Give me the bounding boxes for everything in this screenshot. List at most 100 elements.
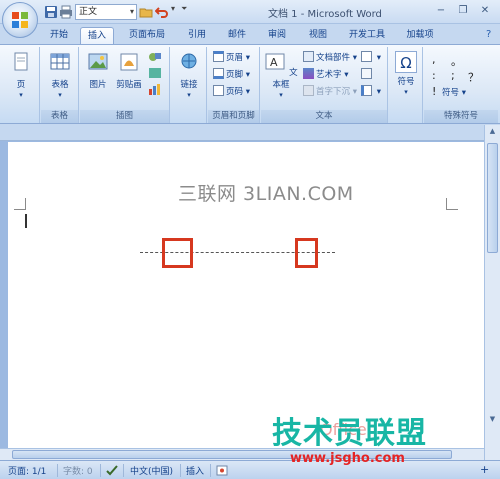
customize-qat-icon[interactable]: ⏷: [181, 4, 187, 20]
proofing-check-icon[interactable]: [105, 464, 119, 477]
tab-addins[interactable]: 加载项: [398, 27, 442, 44]
print-icon[interactable]: [59, 5, 73, 19]
help-icon[interactable]: ?: [486, 29, 491, 40]
undo-icon[interactable]: [155, 5, 169, 19]
scroll-up-icon[interactable]: ▲: [487, 127, 498, 139]
ruler: [0, 125, 500, 141]
footer-icon: [213, 68, 224, 79]
window-title: 文档 1 - Microsoft Word: [268, 9, 382, 20]
ribbon-tabs: 开始 插入 页面布局 引用 邮件 审阅 视图 开发工具 加载项 ?: [0, 24, 500, 44]
tab-mailings[interactable]: 邮件: [220, 27, 254, 44]
docparts-button[interactable]: 文档部件 ▾: [303, 51, 357, 65]
dropcap-icon: [303, 85, 314, 96]
page-icon: [14, 52, 28, 71]
textbox-button[interactable]: A 文本框 ▾: [264, 51, 298, 100]
ribbon: 页 ▾ 表格 ▾ 表格 图片 剪贴画 插图 链接 ▾ 页眉 ▾ 页脚 ▾ 页码 …: [0, 44, 500, 124]
pages-group: 页 ▾: [2, 47, 40, 123]
special-symbol-button[interactable]: 符号 ▾: [442, 86, 466, 100]
date-time-button[interactable]: [361, 68, 374, 82]
special-char-colon[interactable]: :: [432, 69, 436, 82]
special-char-question[interactable]: ？: [468, 69, 479, 85]
close-button[interactable]: ✕: [474, 3, 496, 19]
wordart-icon: [303, 68, 314, 79]
shapes-icon[interactable]: [148, 51, 162, 63]
textbox-icon: A: [265, 53, 285, 70]
header-footer-group-label: 页眉和页脚: [208, 110, 259, 123]
undo-dropdown-icon[interactable]: ▾: [171, 4, 175, 20]
macro-record-icon[interactable]: [216, 464, 228, 477]
special-char-exclaim[interactable]: !: [432, 85, 436, 98]
table-button-label: 表格: [51, 80, 69, 90]
status-insert-mode[interactable]: 插入: [186, 464, 204, 477]
text-group-label: 文本: [261, 110, 387, 123]
vertical-scrollbar[interactable]: ▲ ▼: [484, 125, 500, 460]
svg-text:A: A: [270, 56, 278, 69]
status-words[interactable]: 字数: 0: [63, 464, 93, 477]
title-bar: 正文 ▾ ▾ ⏷ 文档 1 - Microsoft Word − ❐ ✕: [0, 0, 500, 24]
object-icon: [361, 85, 372, 96]
tab-home[interactable]: 开始: [42, 27, 76, 44]
style-dropdown[interactable]: 正文 ▾: [75, 4, 137, 20]
header-footer-group: 页眉 ▾ 页脚 ▾ 页码 ▾ 页眉和页脚: [208, 47, 260, 123]
office-button[interactable]: [2, 2, 38, 38]
text-cursor: [25, 214, 27, 228]
page-number-icon: [213, 85, 224, 96]
link-button[interactable]: 链接 ▾: [176, 51, 202, 100]
tab-insert[interactable]: 插入: [80, 27, 114, 44]
tab-page-layout[interactable]: 页面布局: [122, 27, 172, 44]
tab-developer[interactable]: 开发工具: [342, 27, 392, 44]
status-divider: [180, 464, 181, 477]
highlight-box-right: [295, 238, 318, 268]
status-divider: [210, 464, 211, 477]
docparts-button-label: 文档部件: [316, 53, 351, 63]
special-char-semicolon[interactable]: ;: [451, 69, 455, 82]
clipart-button[interactable]: 剪贴画: [114, 51, 144, 90]
signature-line-button[interactable]: ▾: [361, 51, 381, 65]
maximize-button[interactable]: ❐: [452, 3, 474, 19]
tab-view[interactable]: 视图: [301, 27, 335, 44]
dropcap-button[interactable]: 首字下沉 ▾: [303, 85, 357, 99]
site-url: www.jsgho.com: [290, 451, 405, 466]
dropcap-button-label: 首字下沉: [316, 87, 351, 97]
docparts-icon: [303, 51, 314, 62]
symbol-button[interactable]: Ω 符号 ▾: [393, 51, 419, 97]
table-button[interactable]: 表格 ▾: [47, 51, 73, 100]
smartart-icon[interactable]: [148, 67, 162, 79]
footer-button[interactable]: 页脚 ▾: [213, 68, 250, 82]
status-divider: [123, 464, 124, 477]
header-icon: [213, 51, 224, 62]
scroll-down-icon[interactable]: ▼: [487, 415, 498, 427]
special-symbols-group: , 。 : ; ？ ! 符号 ▾ 特殊符号: [424, 47, 498, 123]
open-folder-icon[interactable]: [139, 5, 153, 19]
tab-references[interactable]: 引用: [180, 27, 214, 44]
object-button[interactable]: ▾: [361, 85, 381, 99]
special-char-comma[interactable]: ,: [432, 53, 436, 66]
site-logo: 技术员联盟: [272, 416, 427, 451]
header-button-label: 页眉: [226, 53, 244, 63]
chart-icon[interactable]: [148, 83, 162, 95]
tab-review[interactable]: 审阅: [260, 27, 294, 44]
picture-icon: [88, 53, 108, 70]
illustrations-group: 图片 剪贴画 插图: [80, 47, 170, 123]
page-number-button-label: 页码: [226, 87, 244, 97]
wordart-button[interactable]: 艺术字 ▾: [303, 68, 348, 82]
scroll-thumb[interactable]: [487, 143, 498, 253]
status-language[interactable]: 中文(中国): [130, 464, 173, 477]
page-button-label: 页: [16, 80, 26, 90]
clipart-icon: [120, 53, 138, 71]
zoom-in-icon[interactable]: +: [480, 463, 489, 476]
special-char-period[interactable]: 。: [451, 53, 462, 69]
minimize-button[interactable]: −: [430, 3, 452, 19]
save-icon[interactable]: [44, 5, 58, 19]
header-button[interactable]: 页眉 ▾: [213, 51, 250, 65]
signature-line-icon: [361, 51, 372, 62]
clipart-button-label: 剪贴画: [116, 80, 142, 90]
symbols-group: Ω 符号 ▾: [389, 47, 423, 123]
style-value: 正文: [79, 7, 98, 17]
status-page[interactable]: 页面: 1/1: [8, 464, 46, 477]
page-number-button[interactable]: 页码 ▾: [213, 85, 250, 99]
page-button[interactable]: 页 ▾: [8, 51, 34, 100]
illustrations-group-label: 插图: [80, 110, 169, 123]
table-icon: [50, 53, 70, 70]
picture-button[interactable]: 图片: [84, 51, 112, 90]
